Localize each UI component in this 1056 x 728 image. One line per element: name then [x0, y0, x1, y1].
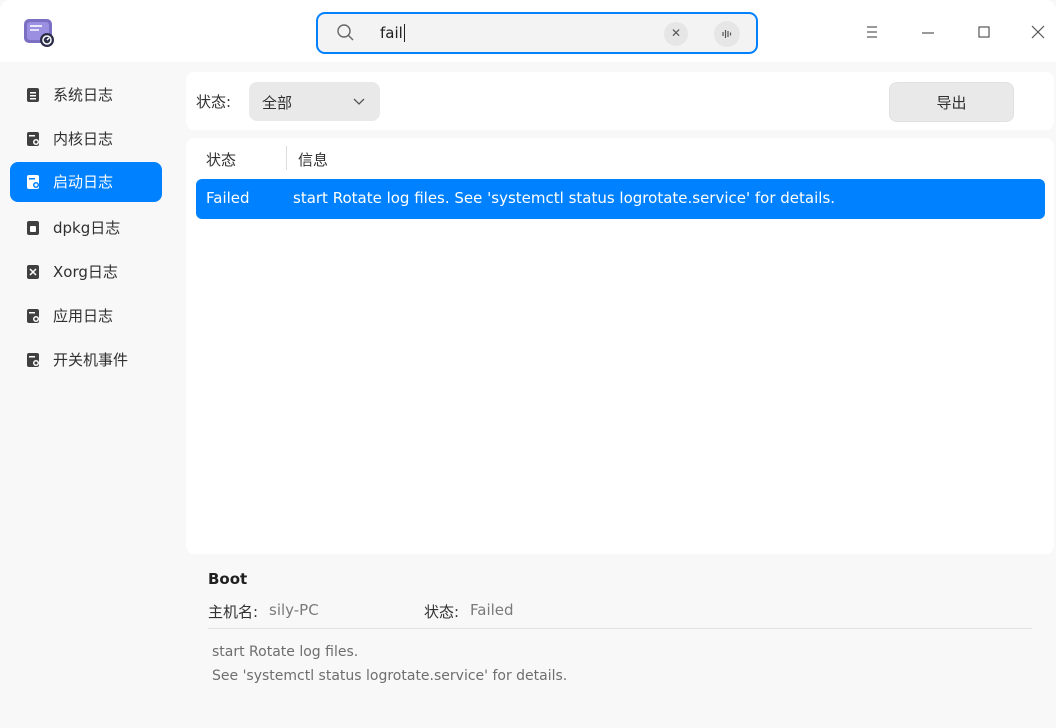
- sidebar-item-label: 内核日志: [53, 130, 114, 148]
- log-detail-panel: Boot 主机名: sily-PC 状态: Failed start Rotat…: [186, 556, 1054, 728]
- status-filter-label: 状态:: [196, 93, 232, 111]
- chevron-down-icon: [352, 95, 366, 109]
- search-box[interactable]: fail ✕: [316, 12, 758, 54]
- clear-search-icon[interactable]: ✕: [664, 22, 688, 46]
- column-divider[interactable]: [286, 146, 287, 170]
- close-icon[interactable]: [1024, 18, 1052, 46]
- document-icon: [27, 88, 40, 102]
- sidebar-item-kernel-log[interactable]: 内核日志: [10, 119, 162, 159]
- status-filter-dropdown[interactable]: 全部: [249, 82, 380, 121]
- status-filter-value: 全部: [262, 94, 293, 112]
- boot-log-icon: [27, 175, 40, 189]
- sidebar-item-system-log[interactable]: 系统日志: [10, 75, 162, 115]
- export-button[interactable]: 导出: [889, 82, 1014, 122]
- maximize-icon[interactable]: [970, 18, 998, 46]
- detail-message-line: start Rotate log files.: [212, 644, 359, 660]
- sidebar-item-label: 应用日志: [53, 307, 114, 325]
- detail-message-line: See 'systemctl status logrotate.service'…: [212, 668, 568, 684]
- host-value: sily-PC: [269, 601, 319, 619]
- divider: [208, 628, 1032, 629]
- row-status: Failed: [206, 189, 250, 207]
- app-log-icon: [27, 309, 40, 323]
- kernel-log-icon: [27, 132, 40, 146]
- row-info: start Rotate log files. See 'systemctl s…: [293, 189, 836, 207]
- column-header-status[interactable]: 状态: [206, 149, 236, 170]
- hamburger-menu-icon[interactable]: [858, 18, 886, 46]
- minimize-icon[interactable]: [914, 18, 942, 46]
- detail-status-label: 状态:: [424, 603, 460, 621]
- app-logo-icon: [23, 17, 57, 49]
- sidebar-item-app-log[interactable]: 应用日志: [10, 296, 162, 336]
- xorg-log-icon: [27, 265, 40, 279]
- column-header-info[interactable]: 信息: [298, 149, 328, 170]
- sidebar-item-dpkg-log[interactable]: dpkg日志: [10, 208, 162, 248]
- search-icon: [336, 23, 356, 43]
- sidebar-item-label: 开关机事件: [53, 351, 129, 369]
- sidebar-item-xorg-log[interactable]: Xorg日志: [10, 252, 162, 292]
- sidebar-item-label: 系统日志: [53, 86, 114, 104]
- log-type-sidebar: 系统日志 内核日志 启动日志 dpkg日志 Xorg日志 应用日志 开关机事件: [10, 72, 173, 712]
- detail-title: Boot: [208, 570, 248, 588]
- table-row[interactable]: Failed start Rotate log files. See 'syst…: [196, 179, 1045, 219]
- filter-bar: 状态: 全部 导出: [186, 72, 1054, 130]
- title-bar: fail ✕: [0, 0, 1056, 62]
- sidebar-item-power-events[interactable]: 开关机事件: [10, 340, 162, 380]
- voice-input-icon[interactable]: [714, 21, 740, 47]
- sidebar-item-label: Xorg日志: [53, 263, 118, 281]
- search-input[interactable]: fail: [380, 24, 405, 42]
- log-viewer-window: fail ✕ 系统日志 内核日志 启动日志 dpkg日志 Xorg日志 应用日志…: [0, 0, 1056, 728]
- sidebar-item-boot-log[interactable]: 启动日志: [10, 162, 162, 202]
- sidebar-item-label: dpkg日志: [53, 219, 121, 237]
- log-table: 状态 信息 Failed start Rotate log files. See…: [186, 138, 1054, 554]
- host-label: 主机名:: [208, 603, 259, 621]
- sidebar-item-label: 启动日志: [53, 173, 114, 191]
- detail-status-value: Failed: [470, 601, 514, 619]
- power-event-icon: [27, 353, 40, 367]
- table-header: 状态 信息: [186, 138, 1054, 178]
- package-log-icon: [27, 221, 40, 235]
